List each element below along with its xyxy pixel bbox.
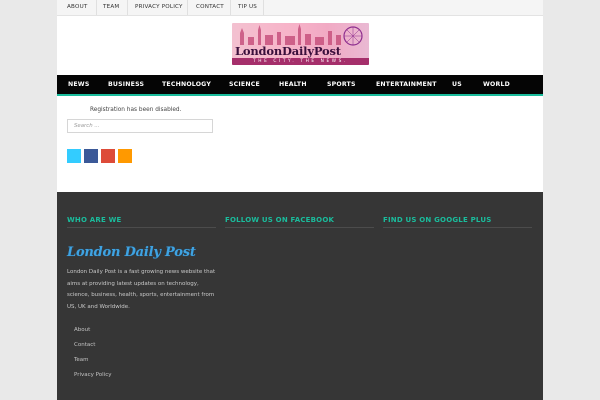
top-nav-tip-us[interactable]: TIP US xyxy=(238,4,257,10)
nav-item-technology[interactable]: TECHNOLOGY xyxy=(162,81,211,88)
footer-divider xyxy=(225,227,374,228)
footer-heading-who-are-we: WHO ARE WE xyxy=(67,216,122,224)
top-nav-team[interactable]: TEAM xyxy=(103,4,119,10)
nav-item-us[interactable]: US xyxy=(452,81,462,88)
top-nav-divider xyxy=(127,0,128,15)
footer-link-team[interactable]: Team xyxy=(74,357,89,363)
nav-item-health[interactable]: HEALTH xyxy=(279,81,307,88)
footer-divider xyxy=(67,227,216,228)
footer-link-privacy-policy[interactable]: Privacy Policy xyxy=(74,372,111,378)
top-nav-privacy-policy[interactable]: PRIVACY POLICY xyxy=(135,4,183,10)
registration-notice: Registration has been disabled. xyxy=(90,107,182,113)
nav-item-news[interactable]: NEWS xyxy=(68,81,90,88)
nav-item-world[interactable]: WORLD xyxy=(483,81,510,88)
twitter-icon[interactable] xyxy=(67,149,81,163)
search-input[interactable] xyxy=(67,119,213,133)
footer-description: London Daily Post is a fast growing news… xyxy=(67,269,216,310)
footer-link-contact[interactable]: Contact xyxy=(74,342,95,348)
footer-link-about[interactable]: About xyxy=(74,327,90,333)
facebook-icon[interactable] xyxy=(84,149,98,163)
top-nav: ABOUT TEAM PRIVACY POLICY CONTACT TIP US xyxy=(57,0,543,16)
top-nav-divider xyxy=(96,0,97,15)
top-nav-divider xyxy=(230,0,231,15)
nav-item-entertainment[interactable]: ENTERTAINMENT xyxy=(376,81,437,88)
google-plus-icon[interactable] xyxy=(101,149,115,163)
nav-item-science[interactable]: SCIENCE xyxy=(229,81,260,88)
rss-icon[interactable] xyxy=(118,149,132,163)
footer-logo: London Daily Post xyxy=(67,245,196,260)
site-logo[interactable]: LondonDailyPost THE CITY. THE NEWS. xyxy=(232,23,369,65)
top-nav-about[interactable]: ABOUT xyxy=(67,4,87,10)
top-nav-divider xyxy=(263,0,264,15)
footer-divider xyxy=(383,227,532,228)
site-footer: WHO ARE WE FOLLOW US ON FACEBOOK FIND US… xyxy=(57,192,543,400)
page-wrapper: ABOUT TEAM PRIVACY POLICY CONTACT TIP US xyxy=(57,0,543,400)
nav-item-sports[interactable]: SPORTS xyxy=(327,81,356,88)
footer-heading-facebook: FOLLOW US ON FACEBOOK xyxy=(225,216,335,224)
top-nav-contact[interactable]: CONTACT xyxy=(196,4,224,10)
top-nav-divider xyxy=(187,0,188,15)
main-nav: NEWS BUSINESS TECHNOLOGY SCIENCE HEALTH … xyxy=(57,75,543,96)
logo-title: LondonDailyPost xyxy=(235,44,341,58)
footer-heading-google-plus: FIND US ON GOOGLE PLUS xyxy=(383,216,492,224)
nav-item-business[interactable]: BUSINESS xyxy=(108,81,144,88)
logo-tagline: THE CITY. THE NEWS. xyxy=(232,58,369,65)
